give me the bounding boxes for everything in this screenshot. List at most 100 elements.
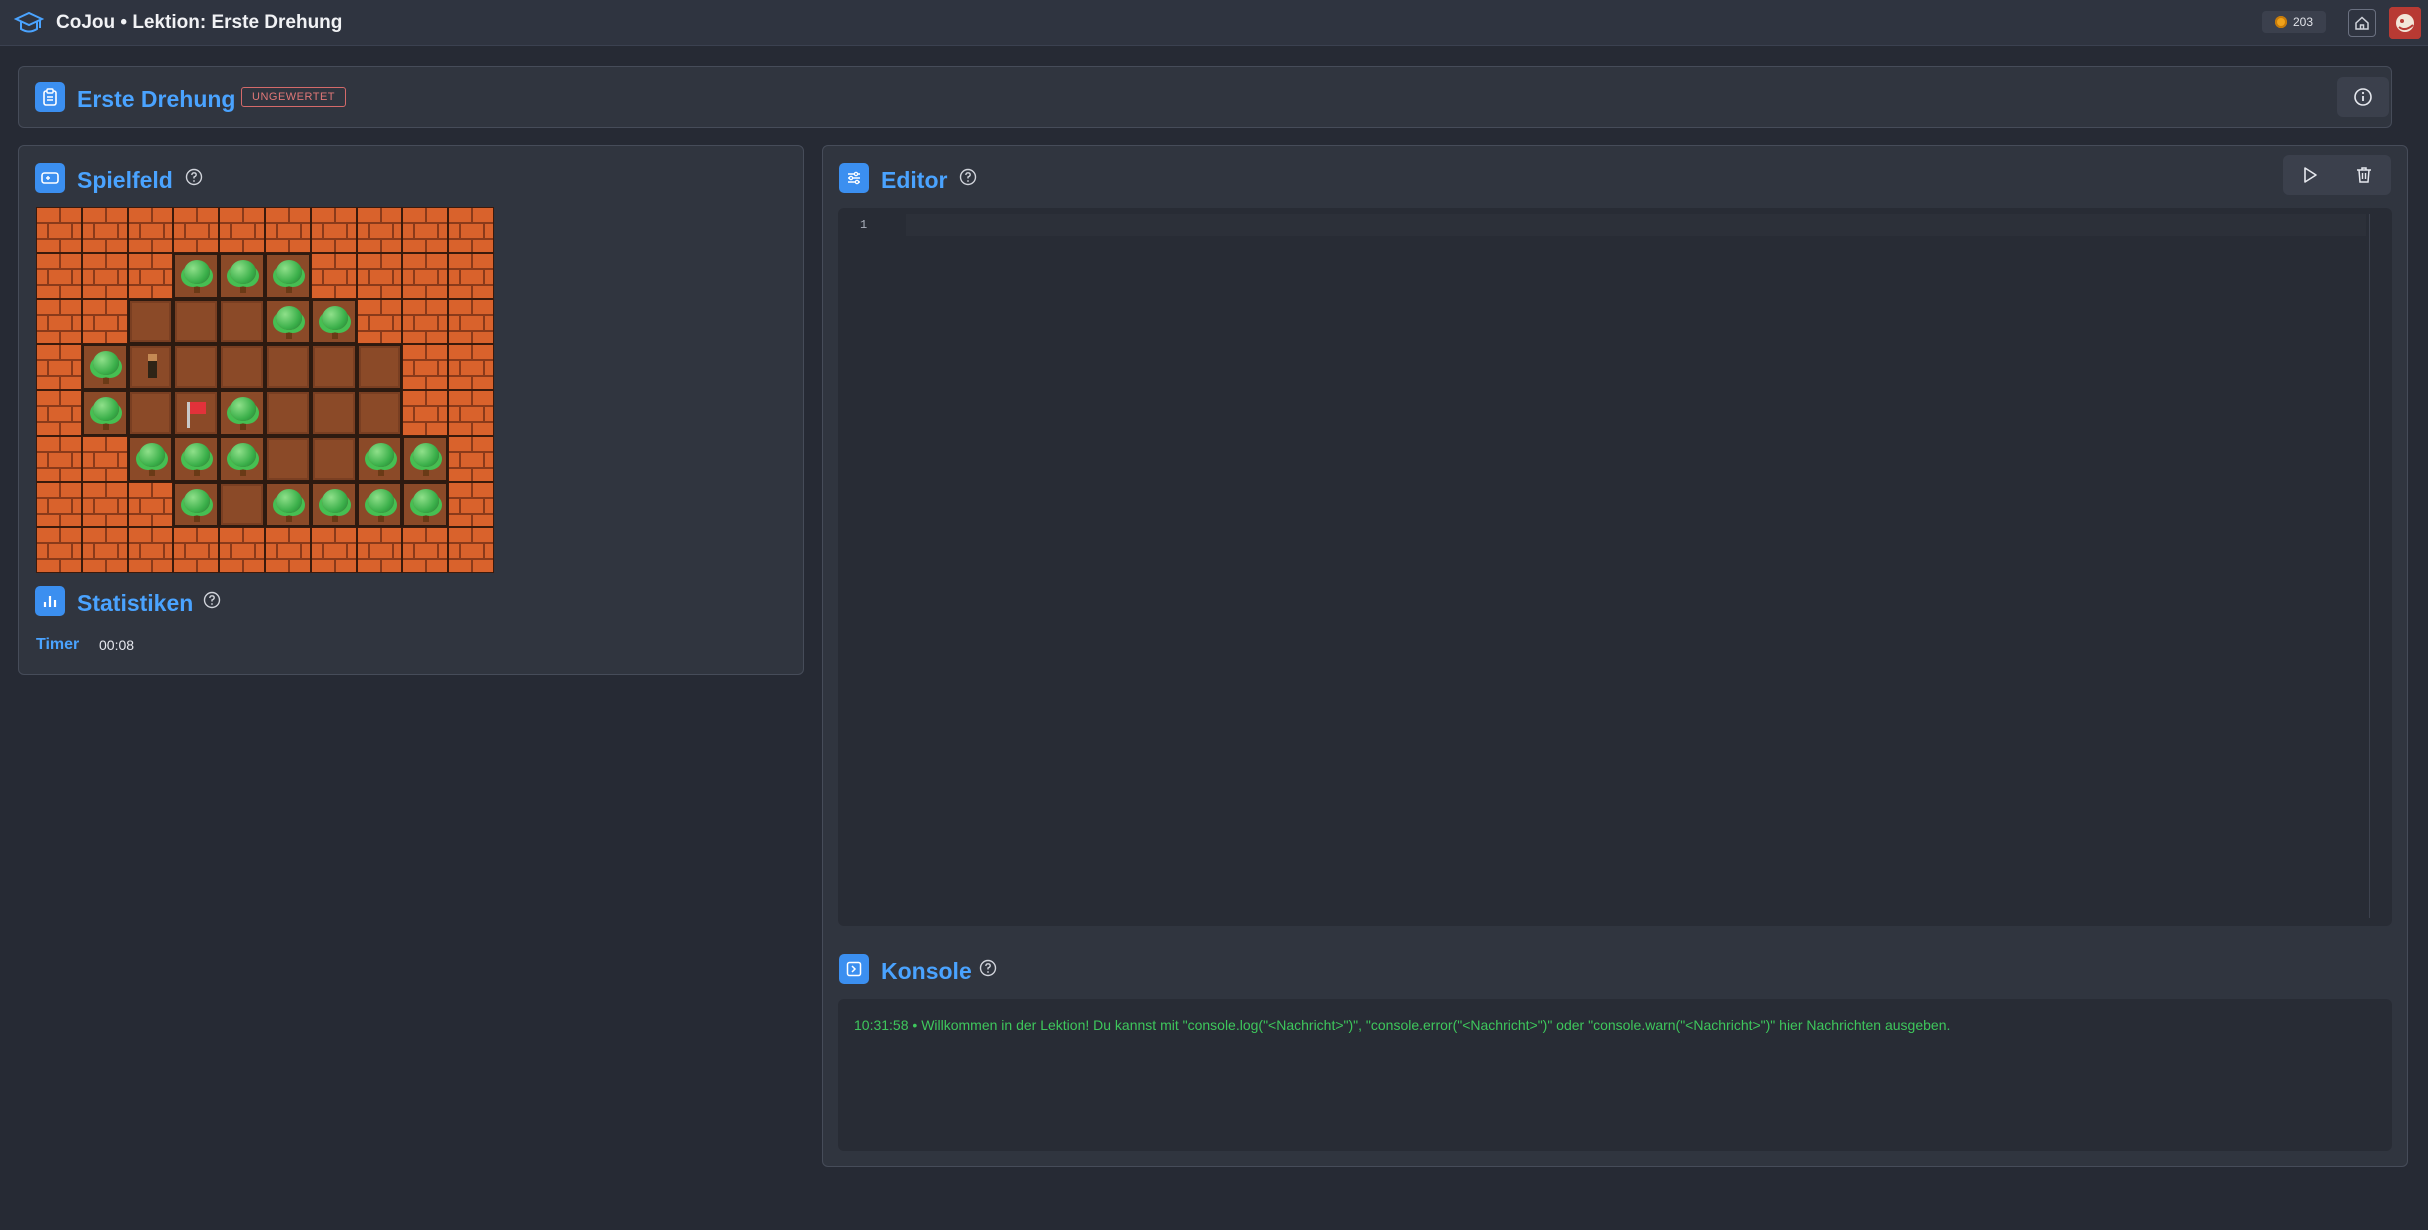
wall-tile [36, 207, 82, 253]
editor-scrollbar[interactable] [2369, 214, 2370, 918]
lesson-title: Erste Drehung [77, 86, 236, 112]
timer-label: Timer [36, 636, 80, 653]
line-gutter: 1 [838, 208, 898, 926]
active-line[interactable] [906, 214, 2366, 236]
tree-tile [127, 435, 174, 482]
clear-button[interactable] [2337, 155, 2391, 195]
floor-tile [173, 298, 220, 345]
wall-tile [127, 207, 174, 253]
tree-icon [413, 488, 440, 513]
tree-icon [92, 397, 119, 421]
console-output: 10:31:58 • Willkommen in der Lektion! Du… [838, 999, 2392, 1151]
floor-tile [264, 435, 311, 482]
wall-tile [127, 252, 174, 299]
floor-tile [310, 435, 357, 482]
tree-icon [321, 488, 348, 513]
home-icon [2355, 16, 2369, 30]
console-text: Willkommen in der Lektion! Du kannst mit… [921, 1017, 1951, 1033]
tree-tile [264, 252, 311, 299]
flag-icon [190, 402, 207, 414]
tree-icon [184, 259, 211, 284]
avatar[interactable] [2389, 7, 2421, 39]
wall-tile [356, 527, 403, 573]
wall-tile [81, 435, 128, 482]
tree-tile [310, 481, 357, 528]
floor-tile [127, 390, 174, 436]
wall-tile [81, 298, 128, 345]
code-editor[interactable]: 1 [838, 208, 2392, 926]
coin-icon [2274, 16, 2287, 28]
floor-tile [173, 344, 220, 390]
wall-tile [36, 481, 82, 528]
floor-tile [264, 344, 311, 390]
tree-tile [219, 252, 265, 299]
line-number: 1 [860, 218, 868, 232]
tree-icon [275, 305, 302, 330]
wall-tile [448, 344, 494, 390]
wall-tile [264, 527, 311, 573]
wall-tile [219, 527, 265, 573]
wall-tile [448, 207, 494, 253]
wall-tile [81, 481, 128, 528]
console-message: 10:31:58 • Willkommen in der Lektion! Du… [854, 1017, 1950, 1033]
wall-tile [81, 207, 128, 253]
wall-tile [36, 435, 82, 482]
konsole-title: Konsole [881, 958, 972, 984]
tree-icon [413, 442, 440, 467]
trash-icon [2357, 167, 2371, 183]
sliders-icon [839, 163, 869, 193]
tree-icon [92, 351, 119, 376]
wall-tile [448, 435, 494, 482]
help-icon[interactable] [979, 959, 997, 977]
tree-tile [173, 435, 220, 482]
status-badge: UNGEWERTET [241, 87, 347, 107]
wall-tile [310, 207, 357, 253]
wall-tile [219, 207, 265, 253]
player-head [147, 354, 157, 362]
tree-tile [402, 435, 449, 482]
floor-tile [127, 298, 174, 345]
console-time: 10:31:58 [854, 1017, 909, 1033]
floor-tile [356, 390, 403, 436]
floor-tile [219, 298, 265, 345]
tree-icon [275, 259, 302, 284]
tree-icon [184, 488, 211, 513]
help-icon[interactable] [185, 168, 203, 186]
help-icon[interactable] [959, 168, 977, 186]
timer-value: 00:08 [99, 637, 135, 653]
wall-tile [402, 527, 449, 573]
info-icon [2354, 88, 2372, 106]
tree-tile [173, 252, 220, 299]
game-grid [36, 207, 494, 573]
wall-tile [173, 207, 220, 253]
tree-tile [402, 481, 449, 528]
wall-tile [448, 527, 494, 573]
help-icon[interactable] [203, 591, 221, 609]
wall-tile [264, 207, 311, 253]
statistiken-title: Statistiken [77, 590, 194, 616]
play-icon [2304, 167, 2317, 183]
tree-tile [81, 390, 128, 436]
wall-tile [81, 527, 128, 573]
editor-title: Editor [881, 167, 948, 193]
clipboard-icon [35, 82, 65, 112]
wall-tile [36, 298, 82, 345]
info-button[interactable] [2337, 77, 2389, 117]
wall-tile [356, 252, 403, 299]
wall-tile [356, 298, 403, 345]
tree-tile [356, 435, 403, 482]
run-button[interactable] [2283, 155, 2337, 195]
wall-tile [36, 390, 82, 436]
coin-balance: 203 [2262, 11, 2326, 33]
tree-tile [310, 298, 357, 345]
editor-toolbar [2283, 155, 2391, 195]
wall-tile [402, 207, 449, 253]
tree-tile [264, 481, 311, 528]
graduation-cap-icon[interactable] [14, 9, 44, 37]
wall-tile [402, 390, 449, 436]
wall-tile [36, 527, 82, 573]
app-title: CoJou • Lektion: Erste Drehung [56, 12, 343, 33]
tree-tile [356, 481, 403, 528]
home-button[interactable] [2348, 9, 2376, 37]
tree-tile [219, 390, 265, 436]
